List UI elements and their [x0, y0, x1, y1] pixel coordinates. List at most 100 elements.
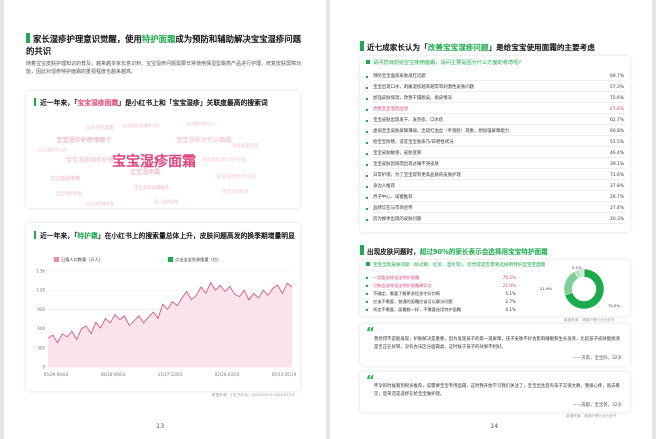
pie-label-third: 5.1% — [572, 265, 582, 270]
heading-marker — [360, 41, 364, 51]
cloud-word: 宝宝湿疹护理用哪个 — [56, 137, 112, 144]
reason-row: 宝宝皮肤因病而出现过痛不哭皮肤 39.1% — [360, 161, 630, 170]
cloud-word: 湿疹面霜宝宝 — [232, 144, 259, 149]
trend-chart-title: 近一年来，「特护霜」在小红书上的搜索量总体上升，皮肤问题高发的换季期增量明显 — [34, 231, 296, 241]
legend-swatch — [54, 257, 59, 262]
choice-label: 可能会选择宝宝特护面霜更好点 — [373, 283, 432, 288]
reasons-card: 请问您目前给宝宝使用面霜，请问主要是因为什么方面的考虑呢? 预防宝宝面部皮肤发红… — [360, 56, 630, 232]
heading-text: 家长湿疹护理意识觉醒，使用 — [33, 34, 142, 44]
bullet — [366, 130, 369, 133]
choice-row: 肯定不需要，面霜都一样，不需要选用特护面霜 0.1% — [360, 306, 530, 314]
bullet — [366, 292, 369, 295]
left-page: 家长湿疹护理意识觉醒，使用特护面霜成为预防和辅助解决宝宝湿疹问题的共识 随着宝宝… — [4, 0, 326, 439]
x-tick-label: 08/28-09/03 — [101, 372, 126, 377]
y-tick-label: 900 — [37, 307, 45, 312]
choice-row: 不确定，需要了解更多信息才好判断 5.1% — [360, 290, 530, 298]
choice-value: 21.9% — [502, 283, 516, 288]
bullet — [366, 86, 369, 89]
reason-row: 加强皮肤保湿，改善干燥脱皮、脱皮情况 75.6% — [360, 95, 630, 104]
bullet — [366, 218, 369, 221]
reasons-list: 预防宝宝面部皮肤发红问题 69.7% 宝宝出现口水，刺痛湿疹越来越常等刺激性皮肤问题… — [360, 73, 630, 229]
reason-row: 宝宝皮肤出现发干、发热疹、口水疹 62.7% — [360, 117, 630, 126]
bullet — [366, 141, 369, 144]
bullet — [366, 163, 369, 166]
bullet — [366, 300, 369, 303]
choice-card: 宝宝出现皮肤问题（如过敏、红疹、湿疹等），您觉得是否需要选择用特护型宝宝面霜 一… — [360, 260, 630, 316]
cloud-word: 宝宝湿疹面霜哪个好 — [122, 123, 160, 128]
y-tick-label: 1.2K — [36, 288, 45, 293]
cloud-word: 宝宝湿疹霜推荐 — [86, 201, 114, 206]
y-tick-label: 1.5K — [36, 269, 45, 274]
choice-label: 不确定，需要了解更多信息才好判断 — [373, 291, 441, 296]
cloud-word: 宝宝湿疹涂什么面霜 — [176, 137, 232, 144]
heading-marker — [26, 33, 30, 43]
cloud-word: 宝宝湿疹擦什么 — [186, 121, 216, 126]
reason-row: 品牌信任与市场宣传 27.4% — [360, 205, 630, 214]
bullet — [366, 97, 369, 100]
choice-value: 70.2% — [502, 275, 516, 280]
bullet — [366, 196, 369, 199]
y-tick-label: 300 — [37, 345, 45, 350]
choice-value: 5.1% — [505, 291, 516, 296]
reason-row: 日常护理，为了宝宝得到更高品质的皮肤护理 71.6% — [360, 172, 630, 181]
bullet — [366, 152, 369, 155]
choice-label: 一定要选择宝宝特护面霜 — [373, 275, 420, 280]
cloud-word: 宝宝湿疹护理 — [222, 190, 249, 195]
quote-author: ——济南，宝宝妈，32岁 — [572, 356, 623, 361]
trend-chart-card: 近一年来，「特护霜」在小红书上的搜索量总体上升，皮肤问题高发的换季期增量明显 日… — [26, 223, 300, 391]
choice-value: 2.7% — [505, 299, 516, 304]
trend-line-chart: 0 300 600 900 1.2K 1.5K 05/29-06/04 08/28-09/03… — [36, 269, 297, 378]
bullet — [366, 276, 369, 279]
heading-highlight: 特护面霜 — [141, 34, 176, 44]
cloud-word: 宝宝湿疹如何护理 — [66, 157, 115, 164]
quote-author: ——成都，宝宝爸，32岁 — [572, 403, 623, 408]
section2-source: 数据来源：母婴护理行业白皮书 — [564, 318, 615, 322]
choice-pie-chart: 70.2% 21.9% 5.1% — [540, 265, 620, 310]
bullet — [366, 185, 369, 188]
x-tick-label: 05/29-06/04 — [44, 372, 69, 377]
bullet — [366, 119, 369, 122]
x-tick-label: 11/27-12/03 — [158, 372, 183, 377]
pie-slice — [563, 271, 579, 296]
pie-label-second: 21.9% — [540, 286, 552, 291]
cloud-word: 宝宝湿疹用什么好 — [216, 174, 257, 180]
intro-paragraph: 随着宝宝皮肤护理知识的普及，越来越多家长意识到：宝宝湿疹问题需要日常使用保湿型霜… — [26, 61, 302, 75]
reason-row: 虚弱宝宝皮肤屏障薄弱，出现红血丝（手臭脸）现象，想加强屏障能力 60.8% — [360, 128, 630, 137]
choice-label: 肯定不需要，面霜都一样，不需要选用特护面霜 — [373, 307, 461, 312]
reason-row: 预防宝宝面部皮肤发红问题 69.7% — [360, 73, 630, 82]
reason-row: 宝宝皮肤敏感，皮肤变厚 46.4% — [360, 150, 630, 159]
reason-row: 月子中心、闺蜜推荐 26.7% — [360, 194, 630, 203]
bullet — [366, 308, 369, 311]
pie-label-main: 70.2% — [608, 303, 620, 308]
cloud-word: 婴儿湿疹面霜 — [154, 199, 178, 204]
cloud-word: 宝宝湿疹怎么办 — [38, 147, 68, 152]
right-page: 近七成家长认为「改善宝宝湿疹问题」是给宝宝使用面霜的主要考虑 请问您目前给宝宝使… — [330, 0, 652, 439]
bullet — [366, 108, 369, 111]
cloud-word: 宝宝面霜推荐 — [50, 176, 81, 182]
choice-row: 一定要选择宝宝特护面霜 70.2% — [360, 274, 530, 282]
page-number: 13 — [156, 422, 165, 430]
cloud-word: 宝宝湿疹涂什么护肤品 — [202, 158, 246, 163]
quote-text: 我觉得不是能发现，护肤解决是重要，因为发现孩子的第一道屏障，孩子皮肤不好会影响睡… — [374, 337, 620, 350]
cloud-word: 宝宝湿疹霜 — [130, 169, 161, 176]
right-page-heading: 近七成家长认为「改善宝宝湿疹问题」是给宝宝使用面霜的主要考虑 — [360, 41, 630, 54]
section2-heading: 出现皮肤问题时，超过90%的家长表示会选择用宝宝特护面霜 — [360, 245, 630, 258]
reason-row: 宝宝出现口水，刺痛湿疹越来越常等刺激性皮肤问题 57.3% — [360, 84, 630, 93]
reason-row: 给宝宝防晒，适宜宝宝肤质乃/日晒性状况 51.5% — [360, 139, 630, 148]
bullet — [366, 174, 369, 177]
quote-text: 怀孕的时候看到很多推荐，说需要宝宝专用面霜，这时我开始学习我们关注了，宝宝出生后… — [374, 384, 620, 397]
word-cloud-card: 近一年来，「宝宝湿疹面霜」是小红书上和「宝宝湿疹」关联度最高的搜索词 宝宝湿疹面… — [26, 91, 300, 208]
reason-row: 身边人推荐 37.8% — [360, 183, 630, 192]
word-cloud: 宝宝湿疹面霜 宝宝湿疹护理用哪个 宝宝湿疹涂什么面霜 宝宝湿疹霜 宝宝湿疹如何护理 宝宝湿… — [26, 115, 300, 206]
choice-options: 一定要选择宝宝特护面霜 70.2% 可能会选择宝宝特护面霜更好点 21.9% 不确定，需… — [360, 274, 530, 314]
legend-swatch — [168, 257, 173, 262]
page-number: 14 — [490, 422, 499, 430]
choice-row: 可能会选择宝宝特护面霜更好点 21.9% — [360, 282, 530, 290]
left-page-heading: 家长湿疹护理意识觉醒，使用特护面霜成为预防和辅助解决宝宝湿疹问题的共识 — [26, 33, 308, 57]
choice-label: 应该不需要，普通的面霜应该可以解决问题 — [373, 299, 453, 304]
choice-row: 应该不需要，普通的面霜应该可以解决问题 2.7% — [360, 298, 530, 306]
chart-source: 数据来源：小红书平台，2023/05/29-2024/05/19 — [212, 393, 295, 397]
x-tick-label: 05/13-05/19 — [272, 372, 297, 377]
bullet — [366, 284, 369, 287]
reason-row: 因为换季出现的皮肤问题 20.3% — [360, 216, 630, 225]
